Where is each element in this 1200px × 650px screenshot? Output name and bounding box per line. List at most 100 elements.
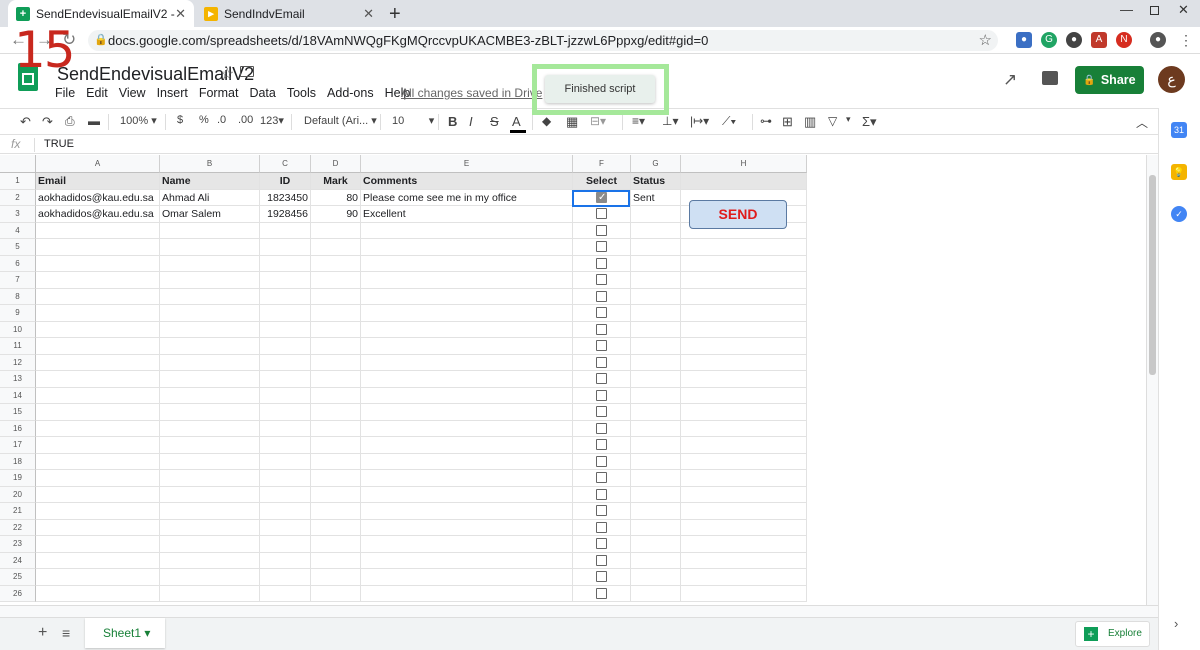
lightbulb-extension-icon[interactable]: ● [1066,32,1082,48]
select-checkbox[interactable] [596,505,607,516]
select-checkbox[interactable] [596,224,607,236]
table-cell[interactable] [311,470,361,487]
table-cell[interactable]: Please come see me in my office [361,189,573,206]
table-cell[interactable] [311,569,361,586]
row-header[interactable]: 9 [0,305,36,322]
table-cell[interactable]: Ahmad Ali [160,189,260,206]
header-cell[interactable] [681,173,807,190]
select-checkbox[interactable] [596,554,607,566]
table-cell[interactable] [573,536,631,553]
table-cell[interactable] [681,552,807,569]
row-header[interactable]: 23 [0,536,36,553]
table-cell[interactable] [573,404,631,421]
select-checkbox[interactable] [596,538,607,549]
table-cell[interactable] [681,387,807,404]
table-cell[interactable] [681,536,807,553]
table-cell[interactable] [36,569,160,586]
table-cell[interactable] [260,420,311,437]
table-cell[interactable] [160,371,260,388]
maximize-icon[interactable] [1150,6,1159,15]
font-size-select[interactable]: 10 ▾ [392,114,434,127]
table-cell[interactable] [260,321,311,338]
table-cell[interactable] [260,338,311,355]
menu-add-ons[interactable]: Add-ons [327,86,374,100]
table-cell[interactable] [311,222,361,239]
table-cell[interactable] [160,470,260,487]
text-rotation-icon[interactable]: ⟋▾ [722,114,736,129]
bold-button[interactable]: B [448,114,457,129]
row-header[interactable]: 18 [0,453,36,470]
table-cell[interactable] [260,255,311,272]
table-cell[interactable] [36,519,160,536]
table-cell[interactable] [160,536,260,553]
menu-view[interactable]: View [119,86,146,100]
table-cell[interactable] [361,585,573,602]
close-icon[interactable]: ✕ [175,6,186,22]
column-header-c[interactable]: C [260,155,311,173]
table-cell[interactable]: 90 [311,206,361,223]
table-cell[interactable] [311,519,361,536]
table-cell[interactable] [311,321,361,338]
table-cell[interactable] [573,453,631,470]
table-cell[interactable] [260,239,311,256]
table-cell[interactable] [573,519,631,536]
vertical-align-icon[interactable]: ⊥▾ [662,114,678,128]
table-cell[interactable] [681,305,807,322]
table-cell[interactable] [681,272,807,289]
keep-icon[interactable]: 💡 [1171,164,1187,180]
table-cell[interactable] [631,338,681,355]
table-cell[interactable] [260,437,311,454]
table-cell[interactable] [631,321,681,338]
select-checkbox[interactable] [596,257,607,269]
select-checkbox[interactable] [596,208,607,219]
table-cell[interactable]: Sent [631,189,681,206]
table-cell[interactable] [631,404,681,421]
url-input[interactable]: 🔒 docs.google.com/spreadsheets/d/18VAmNW… [88,30,998,51]
table-cell[interactable] [36,585,160,602]
zoom-select[interactable]: 100% ▾ [120,114,157,127]
calendar-icon[interactable]: 31 [1171,122,1187,138]
table-cell[interactable] [681,404,807,421]
table-cell[interactable] [160,321,260,338]
table-cell[interactable] [36,552,160,569]
table-cell[interactable] [36,420,160,437]
table-cell[interactable] [681,420,807,437]
row-header[interactable]: 26 [0,585,36,602]
font-select[interactable]: Default (Ari... ▾ [304,114,377,127]
table-cell[interactable] [160,519,260,536]
table-cell[interactable] [311,585,361,602]
header-cell[interactable]: Email [36,173,160,190]
row-header[interactable]: 21 [0,503,36,520]
table-cell[interactable] [311,503,361,520]
select-checkbox[interactable] [596,422,607,434]
select-checkbox[interactable] [596,521,607,533]
table-cell[interactable] [573,371,631,388]
select-checkbox[interactable] [596,307,607,318]
table-cell[interactable] [311,272,361,289]
percent-format-button[interactable]: % [199,114,209,126]
table-cell[interactable] [573,437,631,454]
text-wrap-icon[interactable]: |↦▾ [690,114,709,128]
table-cell[interactable] [631,486,681,503]
scrollbar-thumb[interactable] [1149,175,1156,375]
table-cell[interactable] [36,470,160,487]
avatar[interactable]: ع [1158,66,1185,93]
saved-status[interactable]: All changes saved in Drive [401,86,542,100]
table-cell[interactable] [260,371,311,388]
bookmark-star-icon[interactable]: ☆ [979,30,992,51]
row-header[interactable]: 5 [0,239,36,256]
table-cell[interactable] [160,420,260,437]
table-cell[interactable] [361,222,573,239]
table-cell[interactable] [681,255,807,272]
table-cell[interactable] [160,437,260,454]
row-header[interactable]: 11 [0,338,36,355]
tasks-icon[interactable]: ✓ [1171,206,1187,222]
table-cell[interactable] [36,222,160,239]
header-cell[interactable]: Mark [311,173,361,190]
table-cell[interactable] [681,288,807,305]
table-cell[interactable] [573,255,631,272]
table-cell[interactable] [260,552,311,569]
decrease-decimal-button[interactable]: .0 [217,114,226,126]
print-icon[interactable]: ⎙ [65,114,75,129]
table-cell[interactable] [361,404,573,421]
